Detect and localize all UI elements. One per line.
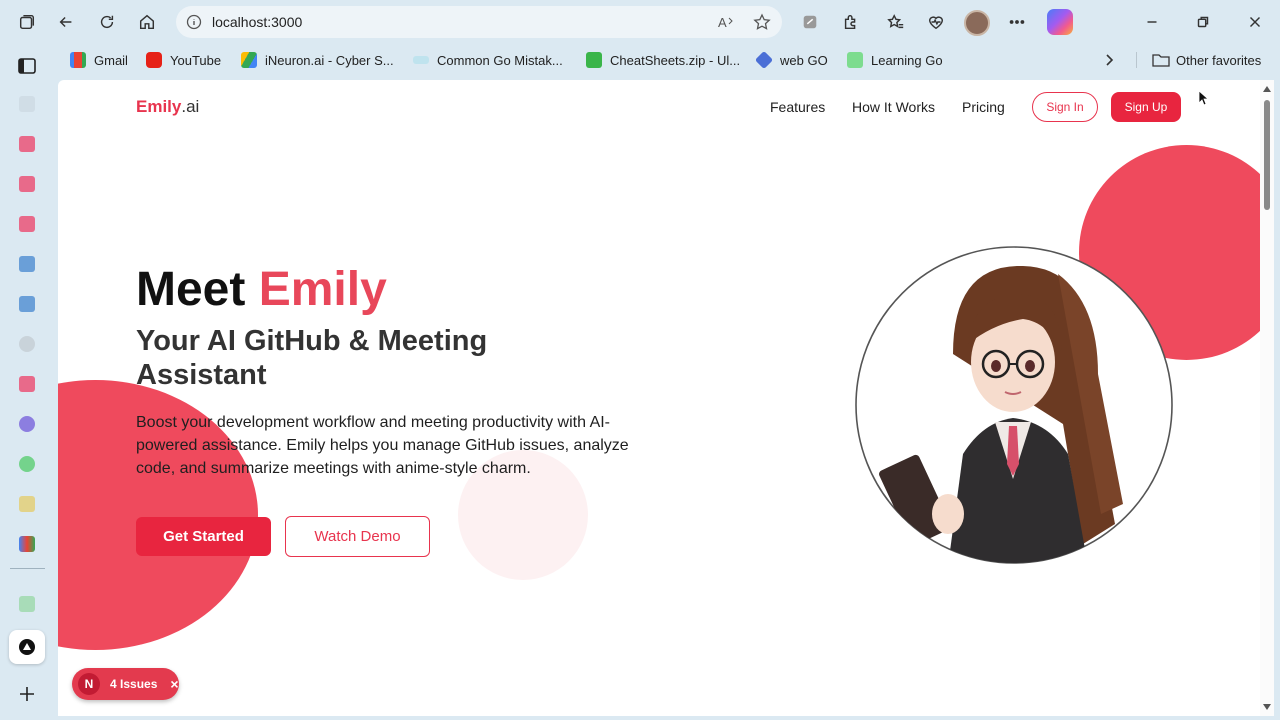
favorites-icon[interactable] [884,10,908,34]
folder-icon [1152,54,1170,67]
hero-title: Meet Emily [136,262,387,317]
browser-titlebar: localhost:3000 A [0,0,1280,44]
back-icon[interactable] [54,10,78,34]
bookmark-label: Learning Go [871,52,943,68]
home-icon[interactable] [135,10,159,34]
youtube-icon [146,52,162,68]
minimize-icon[interactable] [1140,10,1164,34]
extension-icon[interactable] [798,10,822,34]
address-bar[interactable]: localhost:3000 A [176,6,782,38]
youtube-tab-icon[interactable] [19,176,35,192]
vertical-tabs-icon[interactable] [17,56,37,76]
bookmark-label: web GO [780,52,828,68]
profile-avatar[interactable] [964,10,990,36]
favorite-star-icon[interactable] [753,13,771,31]
hero-title-accent: Emily [258,263,387,316]
copilot-icon[interactable] [1047,9,1073,35]
workspaces-icon[interactable] [15,10,39,34]
nav-link-how-it-works[interactable]: How It Works [852,99,935,115]
svg-text:A: A [718,15,727,30]
issues-count-label: 4 Issues [110,677,158,691]
github-tab-icon[interactable] [19,336,35,352]
cheatsheets-icon [586,52,602,68]
bookmark-cheatsheets[interactable]: CheatSheets.zip - Ul... [586,50,740,70]
other-favorites-label: Other favorites [1176,52,1262,68]
other-favorites[interactable]: Other favorites [1152,50,1261,70]
refresh-icon[interactable] [95,10,119,34]
bookmark-label: CheatSheets.zip - Ul... [610,52,741,68]
tab-favicon[interactable] [19,596,35,612]
nextjs-badge-icon: N [78,673,100,695]
new-tab-plus-icon[interactable] [17,684,37,704]
site-icon [413,56,429,64]
layers-icon [754,50,774,70]
hero-title-prefix: Meet [136,263,259,316]
sign-up-button[interactable]: Sign Up [1111,92,1181,122]
mouse-cursor-icon [1198,90,1208,106]
bookmark-web-go[interactable]: web GO [754,50,828,70]
bookmark-label: iNeuron.ai - Cyber S... [265,52,394,68]
tab-favicon[interactable] [19,416,35,432]
tab-favicon[interactable] [19,96,35,112]
youtube-tab-icon[interactable] [19,216,35,232]
linkedin-tab-icon[interactable] [19,296,35,312]
restore-icon[interactable] [1191,10,1215,34]
youtube-tab-icon[interactable] [19,136,35,152]
tab-favicon[interactable] [19,496,35,512]
watch-demo-button[interactable]: Watch Demo [285,516,430,557]
vercel-icon [19,639,35,655]
hero-subtitle: Your AI GitHub & Meeting Assistant [136,325,488,391]
tab-favicon[interactable] [19,456,35,472]
gmail-tab-icon[interactable] [19,536,35,552]
site-icon [847,52,863,68]
close-window-icon[interactable] [1243,10,1267,34]
hero-description: Boost your development workflow and meet… [136,414,629,477]
bookmarks-overflow-chevron-icon[interactable] [1104,50,1116,70]
bookmarks-bar: Gmail YouTube iNeuron.ai - Cyber S... Co… [58,46,1280,74]
bookmark-label: YouTube [170,52,222,68]
browser-essentials-icon[interactable] [924,10,948,34]
google-drive-icon [241,52,257,68]
nav-link-features[interactable]: Features [770,99,825,115]
more-options-icon[interactable] [1005,10,1029,34]
extensions-puzzle-icon[interactable] [839,10,863,34]
page-scrollbar[interactable] [1260,80,1274,716]
web-page: Emily.ai Features How It Works Pricing S… [58,80,1274,716]
bookmark-go-mistakes[interactable]: Common Go Mistak... [413,50,563,70]
dev-issues-badge[interactable]: N 4 Issues × [72,668,179,700]
get-started-button[interactable]: Get Started [136,517,271,556]
emily-avatar-illustration [855,246,1173,564]
nav-link-pricing[interactable]: Pricing [962,99,1005,115]
sign-in-button[interactable]: Sign In [1032,92,1098,122]
youtube-tab-icon[interactable] [19,376,35,392]
bookmark-gmail[interactable]: Gmail [70,50,128,70]
bookmarks-divider [1136,52,1137,68]
bookmark-ineuron[interactable]: iNeuron.ai - Cyber S... [241,50,394,70]
read-aloud-icon[interactable]: A [717,13,735,31]
url-text[interactable]: localhost:3000 [212,14,302,30]
active-tab[interactable] [9,630,45,664]
bookmark-label: Common Go Mistak... [437,52,563,68]
logo-text: Emily [136,97,182,116]
bookmark-learning-go[interactable]: Learning Go [847,50,943,70]
scroll-up-arrow-icon[interactable] [1263,86,1271,92]
sidebar-divider [10,568,45,569]
bookmark-youtube[interactable]: YouTube [146,50,221,70]
bookmark-label: Gmail [94,52,128,68]
close-badge-icon[interactable]: × [170,676,178,692]
logo-suffix: .ai [181,97,200,116]
linkedin-tab-icon[interactable] [19,256,35,272]
browser-sidebar [0,44,56,720]
scroll-down-arrow-icon[interactable] [1263,704,1271,710]
gmail-icon [70,52,86,68]
brand-logo[interactable]: Emily.ai [136,97,199,117]
site-info-icon[interactable] [186,14,202,30]
scrollbar-thumb[interactable] [1264,100,1270,210]
